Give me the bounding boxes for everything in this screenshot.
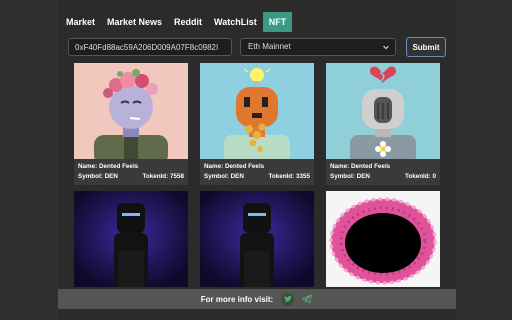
nft-symbol: Symbol: DEN	[204, 173, 244, 180]
nft-name: Name: Dented Feels	[330, 163, 391, 170]
nft-image	[200, 191, 314, 287]
tab-reddit[interactable]: Reddit	[168, 12, 208, 32]
twitter-icon[interactable]	[281, 292, 295, 306]
nft-name: Name: Dented Feels	[204, 163, 265, 170]
tab-market[interactable]: Market	[60, 12, 101, 32]
nav-tabs: Market Market News Reddit WatchList NFT	[58, 12, 456, 32]
network-select[interactable]: Eth Mainnet	[240, 38, 396, 56]
nft-image	[74, 63, 188, 159]
footer: For more info visit:	[58, 289, 456, 309]
nft-card[interactable]	[200, 191, 314, 287]
moon-icon[interactable]	[436, 16, 448, 28]
footer-text: For more info visit:	[200, 294, 274, 304]
nft-image	[200, 63, 314, 159]
nft-token-id: TokenId: 0	[404, 173, 436, 180]
wallet-address-input[interactable]	[68, 38, 232, 56]
submit-button[interactable]: Submit	[406, 37, 446, 57]
tab-watchlist[interactable]: WatchList	[208, 12, 263, 32]
nft-image	[74, 191, 188, 287]
nft-name: Name: Dented Feels	[78, 163, 139, 170]
nft-token-id: TokenId: 7558	[142, 173, 184, 180]
nft-symbol: Symbol: DEN	[330, 173, 370, 180]
nft-symbol: Symbol: DEN	[78, 173, 118, 180]
nft-card[interactable]: Name: Dented Feels Symbol: DEN TokenId: …	[200, 63, 314, 185]
nft-meta: Name: Dented Feels Symbol: DEN TokenId: …	[326, 159, 440, 185]
app-window: Market Market News Reddit WatchList NFT …	[58, 0, 456, 320]
network-select-value: Eth Mainnet	[248, 42, 291, 51]
nft-image	[326, 63, 440, 159]
nft-card[interactable]: Name: Dented Feels Symbol: DEN TokenId: …	[74, 63, 188, 185]
nft-card[interactable]: Name: Dented Feels Symbol: DEN TokenId: …	[326, 63, 440, 185]
nft-image	[326, 191, 440, 287]
tab-nft[interactable]: NFT	[262, 12, 293, 32]
chevron-down-icon	[383, 45, 389, 50]
nft-meta: Name: Dented Feels Symbol: DEN TokenId: …	[200, 159, 314, 185]
nft-card[interactable]	[74, 191, 188, 287]
telegram-icon[interactable]	[300, 293, 313, 306]
nft-card[interactable]	[326, 191, 440, 287]
nft-token-id: TokenId: 3355	[268, 173, 310, 180]
tab-market-news[interactable]: Market News	[101, 12, 168, 32]
wallet-form: Eth Mainnet Submit	[58, 37, 456, 57]
nft-meta: Name: Dented Feels Symbol: DEN TokenId: …	[74, 159, 188, 185]
